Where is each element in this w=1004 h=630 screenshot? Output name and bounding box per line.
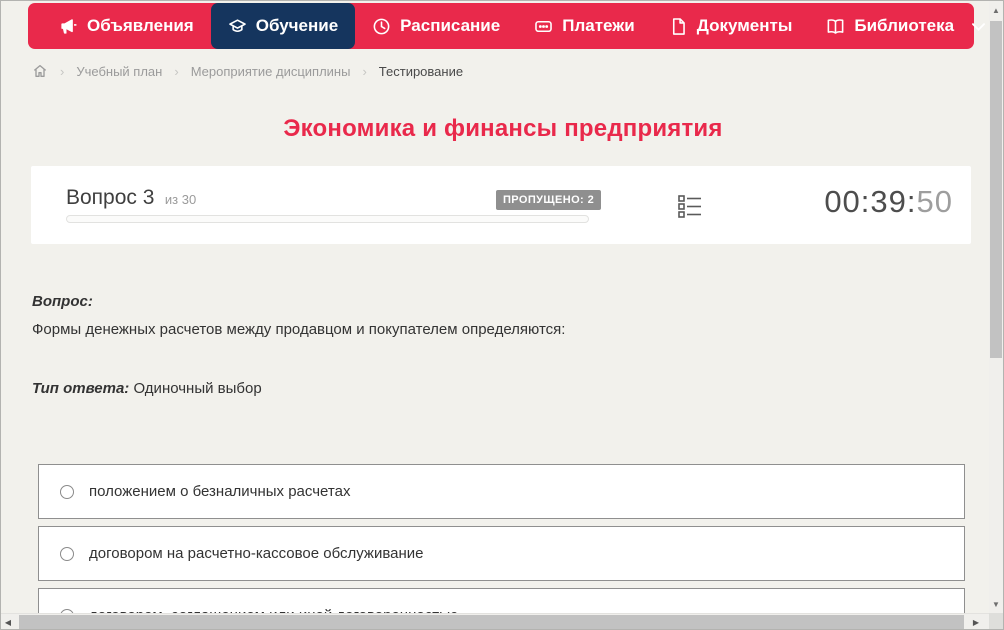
question-number-label: Вопрос 3 — [66, 186, 155, 209]
timer-hours-minutes: 00:39: — [824, 184, 917, 219]
breadcrumb-separator: › — [362, 63, 367, 79]
nav-item-announcements[interactable]: Объявления — [42, 3, 211, 49]
question-number: Вопрос 3 из 30 — [66, 186, 196, 210]
clock-icon — [373, 18, 390, 34]
breadcrumb-discipline-event[interactable]: Мероприятие дисциплины — [191, 64, 351, 79]
nav-item-schedule[interactable]: Расписание — [355, 3, 517, 49]
nav-item-library[interactable]: Библиотека — [809, 3, 1003, 49]
question-text: Формы денежных расчетов между продавцом … — [32, 321, 566, 338]
answer-option-label: договором на расчетно-кассовое обслужива… — [89, 545, 424, 562]
question-list-button[interactable] — [676, 192, 704, 220]
nav-item-label: Обучение — [255, 16, 339, 35]
radio-button[interactable] — [60, 484, 74, 499]
answer-option-1[interactable]: положением о безналичных расчетах — [38, 464, 965, 519]
nav-item-label: Платежи — [562, 16, 635, 35]
scroll-right-arrow-icon[interactable]: ▶ — [969, 614, 983, 629]
book-icon — [827, 18, 844, 34]
answer-option-label: положением о безналичных расчетах — [89, 483, 351, 500]
nav-item-documents[interactable]: Документы — [652, 3, 810, 49]
breadcrumb-testing: Тестирование — [378, 63, 464, 79]
list-icon — [678, 195, 701, 218]
question-section: Вопрос: Формы денежных расчетов между пр… — [32, 293, 967, 340]
question-total-label: из 30 — [164, 192, 197, 207]
page-title: Экономика и финансы предприятия — [283, 115, 723, 142]
scroll-down-arrow-icon[interactable]: ▼ — [989, 597, 1003, 611]
skipped-badge: ПРОПУЩЕНО: 2 — [496, 190, 602, 210]
horizontal-scrollbar-thumb[interactable] — [19, 615, 964, 629]
timer: 00:39:50 — [824, 184, 953, 220]
timer-seconds: 50 — [916, 184, 953, 219]
vertical-scrollbar[interactable]: ▲ ▼ — [989, 1, 1003, 629]
nav-item-label: Библиотека — [854, 16, 955, 35]
megaphone-icon — [61, 18, 77, 34]
answer-option-2[interactable]: договором на расчетно-кассовое обслужива… — [38, 526, 965, 581]
nav-item-education[interactable]: Обучение — [210, 3, 356, 49]
answer-type-label: Тип ответа: — [32, 380, 130, 397]
breadcrumb-separator: › — [174, 63, 179, 79]
breadcrumb: › Учебный план › Мероприятие дисциплины … — [32, 63, 463, 79]
answer-type-value: Одиночный выбор — [133, 380, 262, 397]
question-header-card: Вопрос 3 из 30 ПРОПУЩЕНО: 2 00:39:50 — [31, 166, 971, 244]
breadcrumb-separator: › — [60, 63, 65, 79]
chevron-down-icon — [972, 22, 986, 31]
banknote-icon — [535, 20, 553, 32]
scrollbar-corner — [989, 613, 1003, 629]
home-icon[interactable] — [32, 63, 48, 79]
document-icon — [672, 17, 685, 35]
app-window: Объявления Обучение Расписание Платежи Д… — [0, 0, 1004, 630]
answer-type-row: Тип ответа: Одиночный выбор — [32, 380, 262, 397]
answer-options: положением о безналичных расчетах догово… — [38, 464, 965, 629]
nav-item-label: Объявления — [87, 16, 194, 35]
scroll-up-arrow-icon[interactable]: ▲ — [989, 3, 1003, 17]
main-navbar: Объявления Обучение Расписание Платежи Д… — [28, 3, 986, 49]
vertical-scrollbar-thumb[interactable] — [990, 21, 1002, 358]
question-progress-bar — [66, 215, 589, 223]
question-label: Вопрос: — [32, 293, 93, 310]
breadcrumb-curriculum[interactable]: Учебный план — [76, 64, 162, 79]
nav-item-payments[interactable]: Платежи — [517, 3, 652, 49]
radio-button[interactable] — [60, 546, 74, 561]
nav-item-label: Документы — [696, 16, 793, 35]
graduation-cap-icon — [228, 18, 246, 32]
scroll-left-arrow-icon[interactable]: ◀ — [1, 614, 15, 629]
nav-item-label: Расписание — [400, 16, 501, 35]
horizontal-scrollbar[interactable]: ◀ ▶ — [1, 613, 991, 629]
